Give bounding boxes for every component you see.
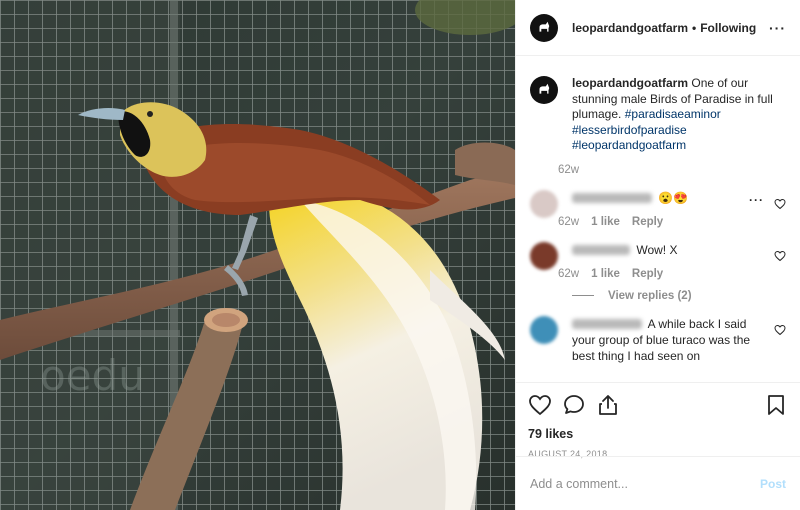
caption-meta: 62w [558,164,792,176]
like-comment-icon[interactable] [774,250,786,262]
comment-item: A while back I said your group of blue t… [530,315,786,364]
comments-list[interactable]: leopardandgoatfarm One of our stunning m… [516,56,800,384]
view-replies-button[interactable]: View replies (2) [572,290,786,302]
comment-text: Wow! X [636,242,678,257]
comment-item: 😮😍 62w 1 like Reply ··· [530,189,786,228]
caption-age: 62w [558,163,580,176]
like-comment-icon[interactable] [774,198,786,210]
caption: leopardandgoatfarm One of our stunning m… [530,76,786,176]
comment-likes[interactable]: 1 like [591,216,620,228]
comment-age: 62w [558,215,580,228]
goat-logo-icon [539,21,550,32]
hashtag-link[interactable]: #lesserbirdofparadise [572,123,687,137]
like-comment-icon[interactable] [774,324,786,336]
comment-item: Wow! X 62w 1 like Reply [530,241,786,280]
comment-likes[interactable]: 1 like [591,268,620,280]
comment-text: 😮😍 [658,190,689,205]
comment-meta: 62w 1 like Reply [558,216,772,228]
heart-icon[interactable] [528,393,552,417]
photo-watermark: oedu [40,351,145,400]
comment-icon[interactable] [562,393,586,417]
commenter-avatar[interactable] [530,315,558,344]
likes-count[interactable]: 79 likes [528,427,788,441]
hashtag-link[interactable]: #paradisaeaminor [625,107,721,121]
view-replies-label: View replies (2) [608,289,692,302]
commenter-username[interactable] [572,245,630,256]
commenter-avatar[interactable] [530,241,558,270]
reply-button[interactable]: Reply [632,268,663,280]
bird-of-paradise-image: oedu [0,0,515,510]
post-header: leopardandgoatfarm • Following ··· [516,0,800,56]
comment-age: 62w [558,267,580,280]
commenter-username[interactable] [572,319,642,330]
commenter-username[interactable] [572,193,652,204]
post-photo[interactable]: oedu [0,0,515,510]
add-comment-bar: Post [516,456,800,510]
post-comment-button[interactable]: Post [760,477,786,491]
caption-username[interactable]: leopardandgoatfarm [572,76,688,90]
commenter-avatar[interactable] [530,189,558,218]
more-options-button[interactable]: ··· [769,20,786,36]
hashtag-link[interactable]: #leopardandgoatfarm [572,138,686,152]
profile-avatar[interactable] [530,13,558,42]
caption-text: leopardandgoatfarm One of our stunning m… [572,76,792,154]
comment-options-button[interactable]: ··· [749,193,764,207]
action-icons [528,393,788,417]
comment-meta: 62w 1 like Reply [558,268,772,280]
goat-logo-icon [539,83,550,94]
caption-avatar[interactable] [530,76,558,104]
add-comment-input[interactable] [530,476,760,491]
reply-button[interactable]: Reply [632,216,663,228]
instagram-post-view: oedu leopardandgoatfarm • Following ··· … [0,0,800,510]
bookmark-icon[interactable] [764,393,788,417]
header-username[interactable]: leopardandgoatfarm [572,21,688,35]
header-separator: • [692,20,697,35]
share-icon[interactable] [596,393,620,417]
replies-divider [572,295,594,296]
following-button[interactable]: Following [700,21,756,35]
post-side-panel: leopardandgoatfarm • Following ··· leopa… [515,0,800,510]
